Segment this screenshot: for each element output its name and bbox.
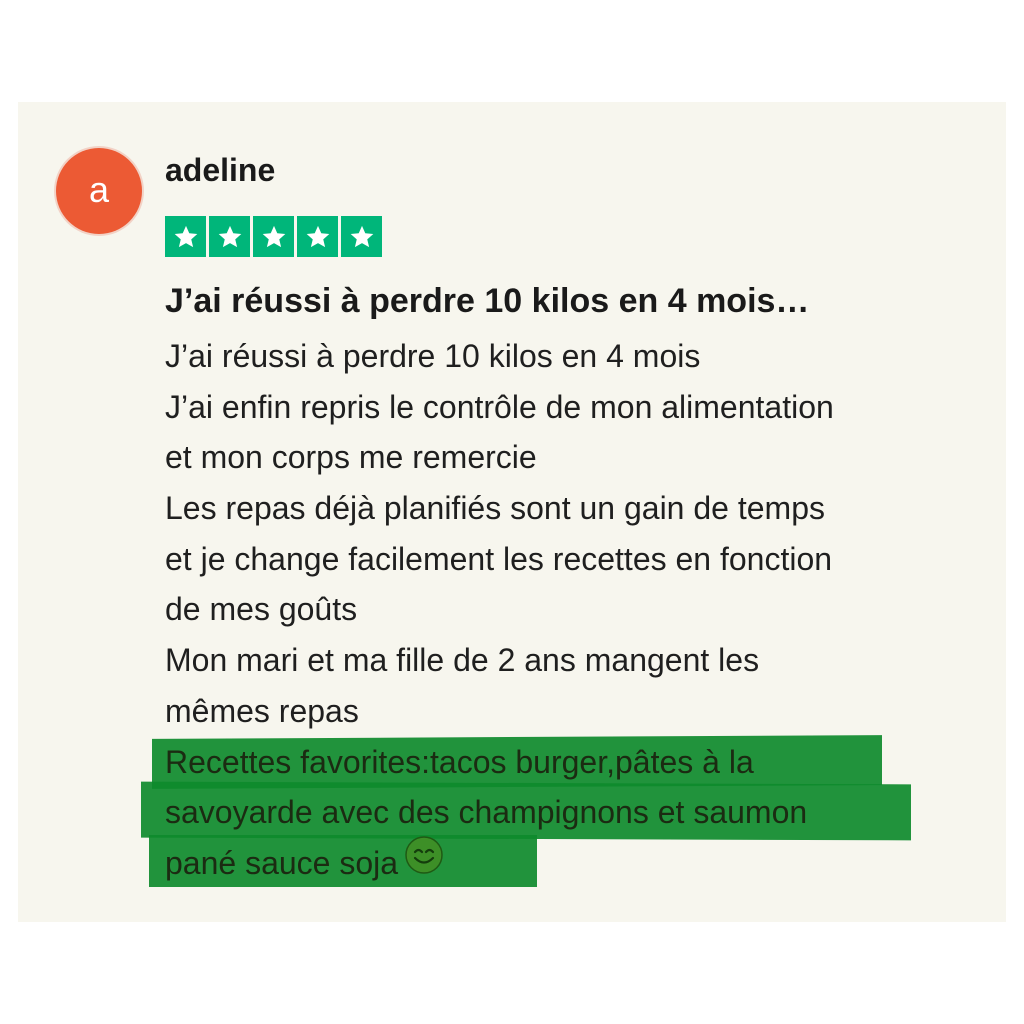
highlighted-text-line: savoyarde avec des champignons et saumon [165, 794, 808, 831]
star-icon [341, 216, 382, 257]
highlighted-text-line: pané sauce soja [165, 835, 965, 890]
review-title: J’ai réussi à perdre 10 kilos en 4 mois… [165, 282, 810, 320]
review-text-line: de mes goûts [165, 591, 358, 628]
review-text-line: J’ai réussi à perdre 10 kilos en 4 mois [165, 338, 701, 374]
star-icon [209, 216, 250, 257]
star-icon [297, 216, 338, 257]
smiling-face-icon [404, 835, 444, 890]
review-text-line: et mon corps me remercie [165, 439, 537, 476]
review-text-line: et je change facilement les recettes en … [165, 540, 833, 577]
review-text-line: J’ai enfin repris le contrôle de mon ali… [165, 388, 834, 425]
highlighted-text-line: Recettes favorites:tacos burger,pâtes à … [165, 743, 754, 780]
star-rating [165, 216, 382, 257]
review-text-line: Les repas déjà planifiés sont un gain de… [165, 490, 825, 527]
review-body: J’ai réussi à perdre 10 kilos en 4 mois … [141, 331, 965, 890]
highlighted-text: pané sauce soja [165, 844, 399, 881]
review-card: a adeline J’ai réussi à perdre 10 kilos … [18, 102, 1006, 922]
review-text-line: mêmes repas [165, 692, 359, 729]
highlighted-section: Recettes favorites:tacos burger,pâtes à … [141, 734, 965, 890]
review-text-line: Mon mari et ma fille de 2 ans mangent le… [165, 642, 760, 679]
star-icon [253, 216, 294, 257]
star-icon [165, 216, 206, 257]
avatar: a [56, 148, 142, 234]
reviewer-name: adeline [165, 152, 276, 188]
